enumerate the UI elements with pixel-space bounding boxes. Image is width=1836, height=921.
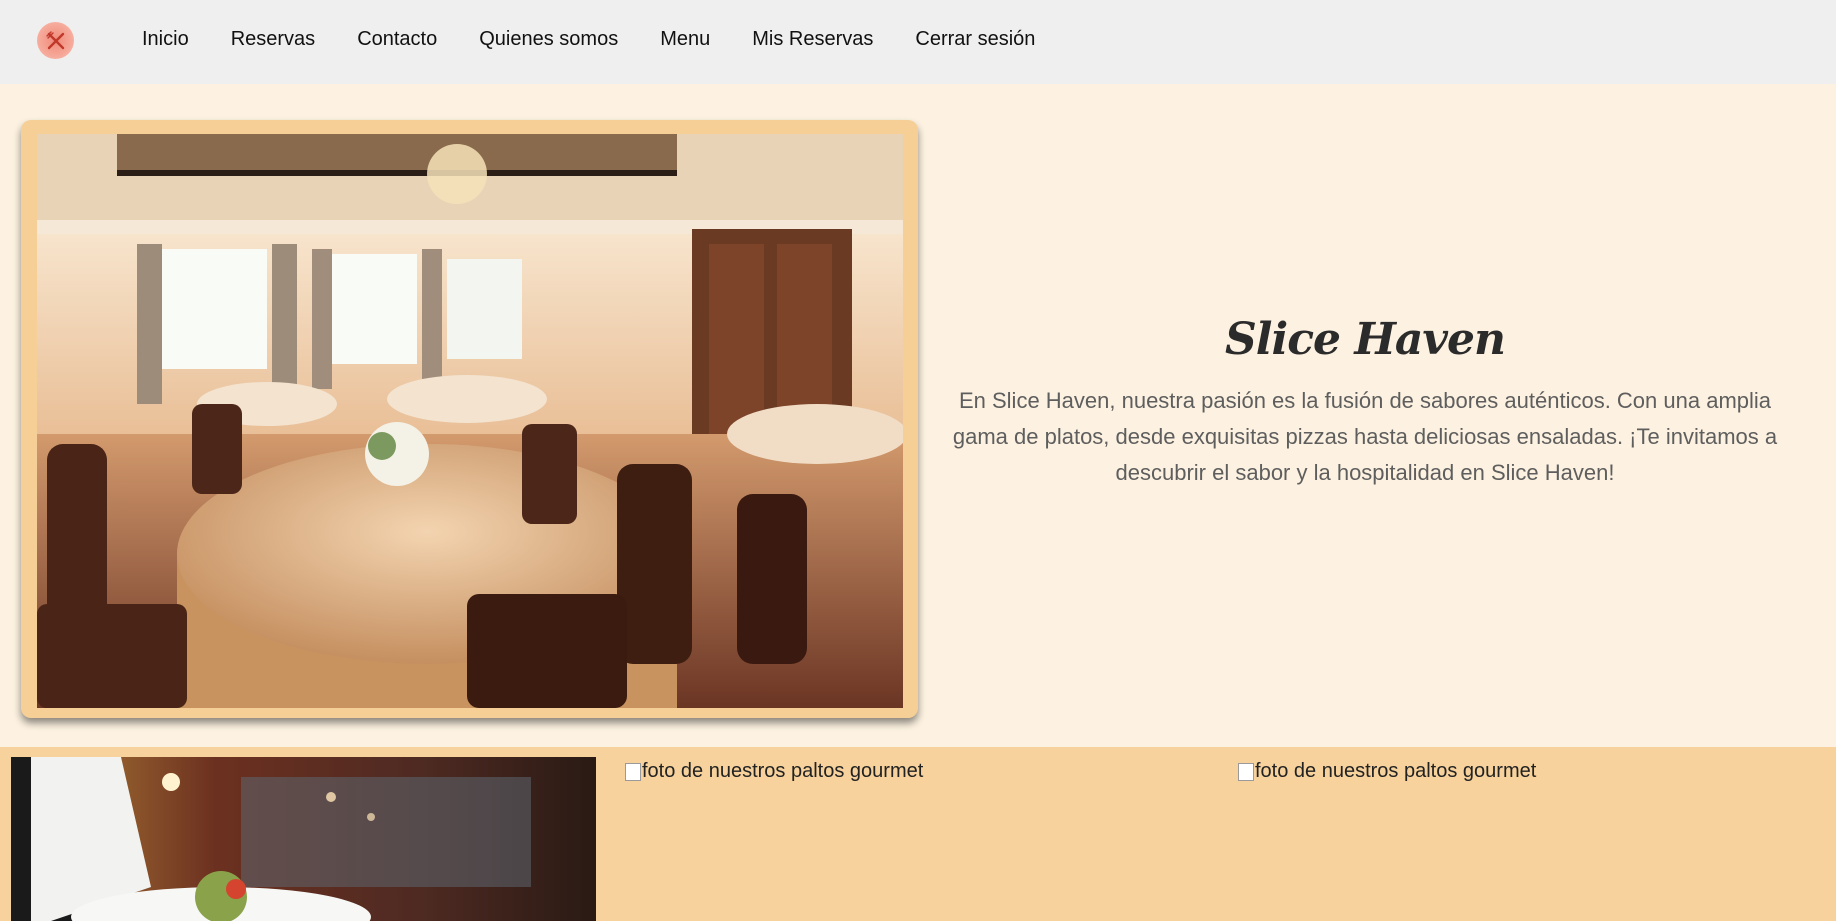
hero-image-frame bbox=[21, 120, 918, 718]
dining-room-illustration bbox=[37, 134, 903, 708]
nav-link-quienes-somos[interactable]: Quienes somos bbox=[458, 28, 639, 51]
image-alt-text: foto de nuestros paltos gourmet bbox=[642, 760, 924, 782]
nav-link-cerrar-sesion[interactable]: Cerrar sesión bbox=[894, 28, 1056, 51]
waiter-salad-illustration bbox=[11, 757, 596, 921]
fork-knife-icon bbox=[45, 30, 64, 49]
nav-link-contacto[interactable]: Contacto bbox=[336, 28, 458, 51]
restaurant-name-heading: Slice Haven bbox=[1225, 314, 1506, 365]
nav-link-mis-reservas[interactable]: Mis Reservas bbox=[731, 28, 894, 51]
navbar: Inicio Reservas Contacto Quienes somos M… bbox=[0, 0, 1836, 84]
nav-link-reservas[interactable]: Reservas bbox=[210, 28, 336, 51]
image-alt-text: foto de nuestros paltos gourmet bbox=[1255, 760, 1537, 782]
nav-link-inicio[interactable]: Inicio bbox=[121, 28, 210, 51]
hero-text: Slice Haven En Slice Haven, nuestra pasi… bbox=[940, 314, 1790, 491]
broken-image-icon bbox=[1238, 762, 1254, 781]
gourmet-gallery: foto de nuestros paltos gourmet foto de … bbox=[0, 747, 1836, 921]
logo[interactable] bbox=[37, 22, 74, 59]
restaurant-dining-room-photo bbox=[37, 134, 903, 708]
waiter-salad-photo bbox=[11, 757, 596, 921]
hero-section: Slice Haven En Slice Haven, nuestra pasi… bbox=[0, 84, 1836, 747]
gourmet-dish-image-2: foto de nuestros paltos gourmet bbox=[1238, 760, 1536, 783]
broken-image-icon bbox=[625, 762, 641, 781]
gourmet-dish-image-1: foto de nuestros paltos gourmet bbox=[625, 760, 923, 783]
restaurant-description: En Slice Haven, nuestra pasión es la fus… bbox=[952, 388, 1778, 485]
nav-link-menu[interactable]: Menu bbox=[639, 28, 731, 51]
nav-links: Inicio Reservas Contacto Quienes somos M… bbox=[121, 0, 1056, 78]
